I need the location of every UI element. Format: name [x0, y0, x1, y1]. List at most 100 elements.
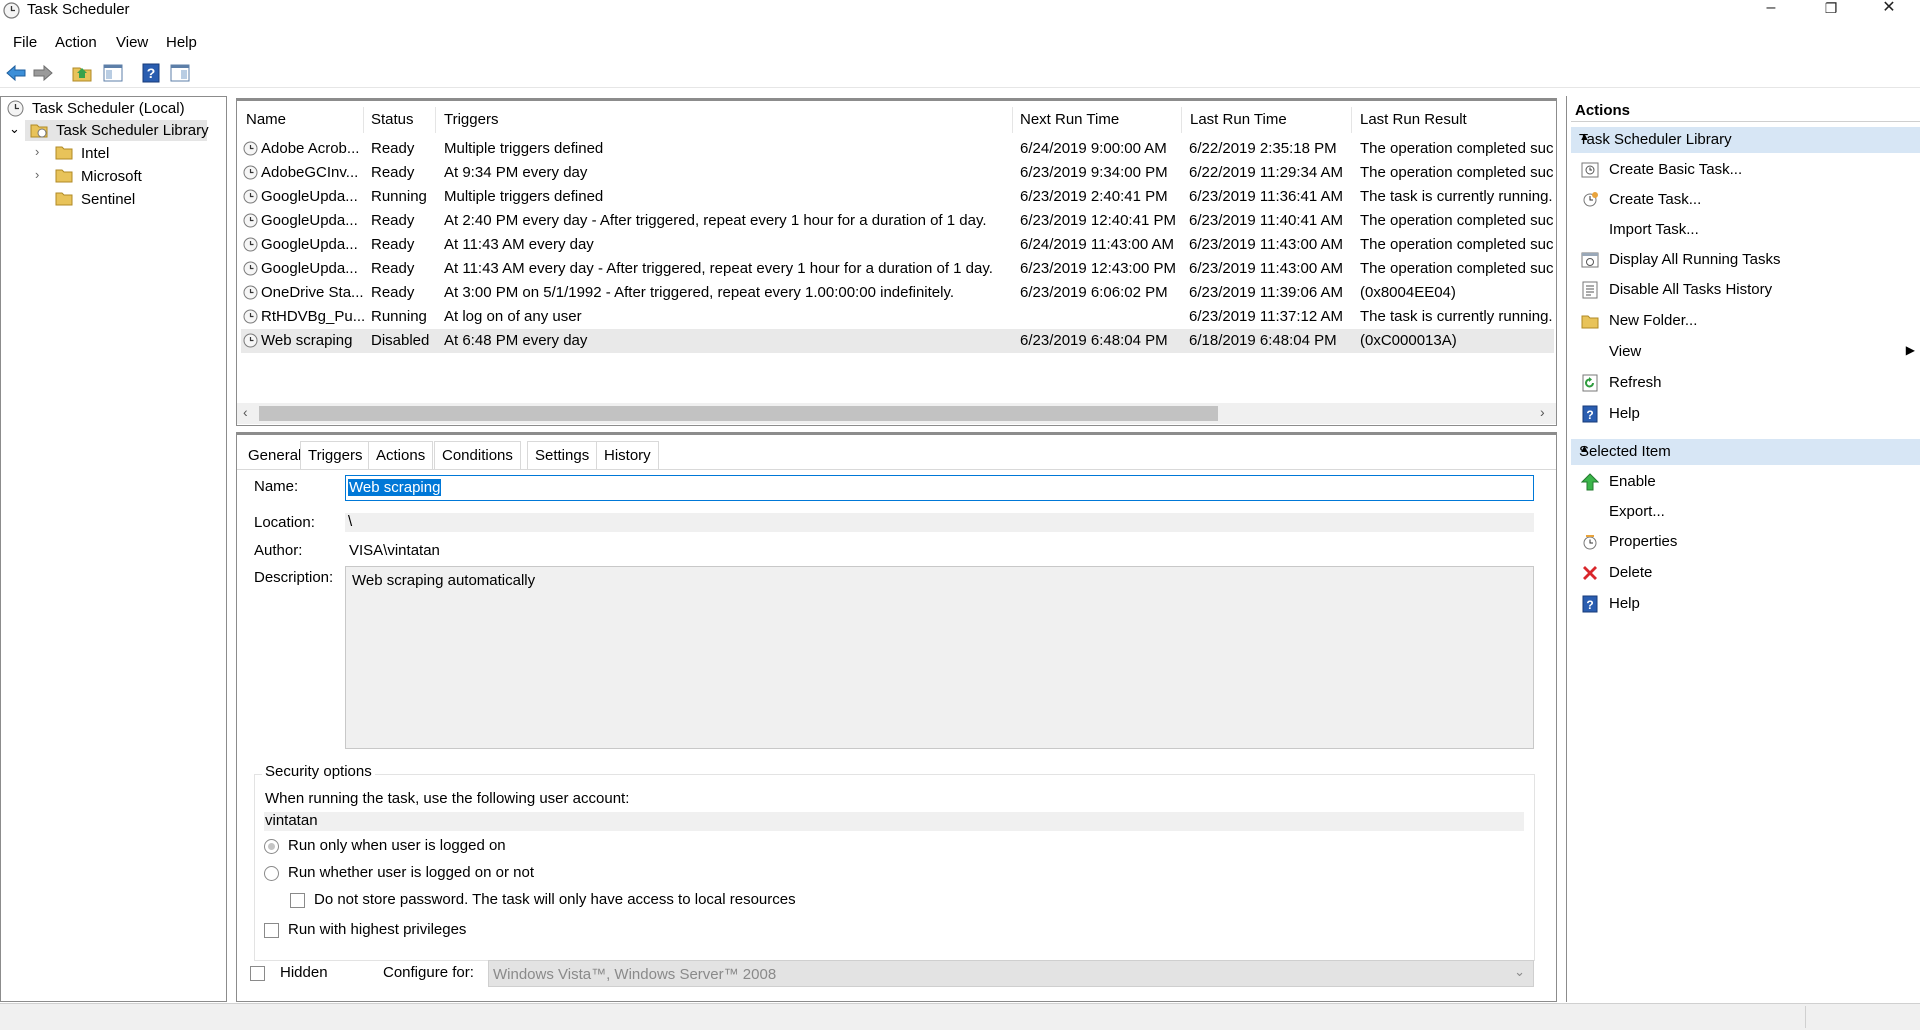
cell-last-run-result: The task is currently running. ( [1360, 188, 1554, 205]
section-header-selected-item[interactable]: Selected Item ▲ [1571, 439, 1920, 465]
table-row[interactable]: GoogleUpda... Ready At 2:40 PM every day -… [241, 209, 1554, 233]
horizontal-scrollbar[interactable]: ‹ › [237, 403, 1556, 424]
run-whether-radio[interactable] [264, 866, 279, 881]
forward-arrow-icon[interactable] [32, 62, 54, 84]
title-bar: Task Scheduler – ❐ ✕ [0, 0, 1920, 22]
cell-triggers: At 6:48 PM every day [444, 332, 588, 349]
section-header-library[interactable]: Task Scheduler Library ▲ [1571, 127, 1920, 153]
chevron-right-icon[interactable]: › [35, 144, 39, 159]
action-create-basic-task[interactable]: Create Basic Task... [1571, 158, 1920, 182]
show-hide-action-pane-icon[interactable] [169, 62, 191, 84]
tab-general[interactable]: General [240, 441, 310, 469]
tab-actions[interactable]: Actions [368, 441, 434, 469]
tab-conditions[interactable]: Conditions [434, 441, 521, 469]
scroll-thumb[interactable] [259, 406, 1218, 421]
svg-text:?: ? [147, 65, 156, 81]
configure-for-dropdown[interactable]: Windows Vista™, Windows Server™ 2008 ⌄ [488, 960, 1534, 987]
task-clock-icon [243, 333, 258, 348]
chevron-right-icon[interactable]: › [35, 167, 39, 182]
run-logged-on-label: Run only when user is logged on [288, 837, 506, 854]
minimize-button[interactable]: – [1748, 0, 1794, 22]
tab-history[interactable]: History [596, 441, 659, 469]
table-row[interactable]: RtHDVBg_Pu... Running At log on of any use… [241, 305, 1554, 329]
action-enable[interactable]: Enable [1571, 470, 1920, 494]
action-delete[interactable]: Delete [1571, 561, 1920, 585]
cell-triggers: Multiple triggers defined [444, 188, 604, 205]
action-export[interactable]: Export... [1571, 500, 1920, 524]
cell-last-run-time: 6/18/2019 6:48:04 PM [1189, 332, 1337, 349]
up-folder-icon[interactable] [71, 62, 93, 84]
tab-triggers[interactable]: Triggers [300, 441, 371, 469]
table-row[interactable]: GoogleUpda... Ready At 11:43 AM every day … [241, 257, 1554, 281]
hidden-checkbox[interactable] [250, 966, 265, 981]
description-field[interactable]: Web scraping automatically [345, 566, 1534, 749]
column-header-status[interactable]: Status [371, 111, 414, 128]
collapse-up-icon[interactable]: ▲ [1579, 131, 1913, 143]
name-field[interactable]: Web scraping [345, 475, 1534, 501]
do-not-store-password-checkbox[interactable] [290, 893, 305, 908]
restore-button[interactable]: ❐ [1808, 0, 1854, 22]
actions-pane: Actions Task Scheduler Library ▲ Create … [1566, 96, 1920, 1002]
action-disable-tasks-history[interactable]: Disable All Tasks History [1571, 278, 1920, 302]
menu-bar: File Action View Help [0, 31, 1920, 55]
chevron-down-icon[interactable]: ⌄ [1514, 964, 1525, 980]
run-logged-on-radio[interactable] [264, 839, 279, 854]
account-prompt: When running the task, use the following… [265, 790, 630, 807]
tree-root-label: Task Scheduler (Local) [32, 100, 185, 117]
action-display-running-tasks[interactable]: Display All Running Tasks [1571, 248, 1920, 272]
column-header-last-run[interactable]: Last Run Time [1190, 111, 1287, 128]
cell-last-run-time: 6/22/2019 2:35:18 PM [1189, 140, 1337, 157]
collapse-up-icon[interactable]: ▲ [1579, 443, 1913, 455]
cell-last-run-time: 6/23/2019 11:43:00 AM [1189, 260, 1344, 277]
show-hide-tree-icon[interactable] [102, 62, 124, 84]
enable-arrow-icon [1581, 473, 1599, 491]
svg-text:?: ? [1586, 408, 1593, 422]
cell-next-run-time: 6/23/2019 6:06:02 PM [1020, 284, 1168, 301]
back-arrow-icon[interactable] [5, 62, 27, 84]
table-row[interactable]: AdobeGCInv... Ready At 9:34 PM every day 6/… [241, 161, 1554, 185]
actions-title: Actions [1575, 102, 1631, 119]
table-row[interactable]: GoogleUpda... Running Multiple triggers de… [241, 185, 1554, 209]
account-field: vintatan [264, 812, 1524, 831]
cell-last-run-time: 6/23/2019 11:43:00 AM [1189, 236, 1344, 253]
table-row[interactable]: OneDrive Sta... Ready At 3:00 PM on 5/1/19… [241, 281, 1554, 305]
action-properties[interactable]: Properties [1571, 530, 1920, 554]
clock-icon [7, 100, 24, 117]
column-header-next-run[interactable]: Next Run Time [1020, 111, 1119, 128]
task-scheduler-clock-icon [3, 2, 20, 19]
cell-triggers: At 2:40 PM every day - After triggered, … [444, 212, 987, 229]
action-create-task[interactable]: Create Task... [1571, 188, 1920, 212]
action-view[interactable]: View ▶ [1571, 340, 1920, 364]
cell-name: Web scraping [261, 332, 353, 349]
create-basic-task-icon [1581, 162, 1599, 178]
column-header-triggers[interactable]: Triggers [444, 111, 498, 128]
location-field: \ [345, 513, 1534, 532]
scroll-right-arrow-icon[interactable]: › [1540, 404, 1545, 420]
table-row[interactable]: Web scraping Disabled At 6:48 PM every day… [241, 329, 1554, 353]
chevron-down-icon[interactable]: ⌄ [9, 121, 20, 137]
scroll-left-arrow-icon[interactable]: ‹ [243, 404, 248, 420]
menu-file[interactable]: File [13, 34, 37, 51]
help-icon[interactable]: ? [140, 62, 162, 84]
action-help-selected[interactable]: ? Help [1571, 592, 1920, 616]
menu-view[interactable]: View [116, 34, 148, 51]
action-help-library[interactable]: ? Help [1571, 402, 1920, 426]
security-options-title: Security options [262, 763, 375, 780]
column-header-name[interactable]: Name [246, 111, 286, 128]
close-button[interactable]: ✕ [1866, 0, 1912, 22]
highest-privileges-checkbox[interactable] [264, 923, 279, 938]
action-import-task[interactable]: Import Task... [1571, 218, 1920, 242]
action-refresh[interactable]: Refresh [1571, 371, 1920, 395]
menu-help[interactable]: Help [166, 34, 197, 51]
hidden-label: Hidden [280, 964, 328, 981]
table-row[interactable]: Adobe Acrob... Ready Multiple triggers def… [241, 137, 1554, 161]
tab-settings[interactable]: Settings [527, 441, 598, 469]
action-new-folder[interactable]: New Folder... [1571, 309, 1920, 333]
navigation-tree: Task Scheduler (Local) ⌄ Task Scheduler … [0, 96, 227, 1002]
cell-next-run-time: 6/24/2019 9:00:00 AM [1020, 140, 1167, 157]
column-header-last-result[interactable]: Last Run Result [1360, 111, 1467, 128]
task-clock-icon [243, 189, 258, 204]
menu-action[interactable]: Action [55, 34, 97, 51]
tree-item-library[interactable]: ⌄ Task Scheduler Library [7, 120, 209, 141]
table-row[interactable]: GoogleUpda... Ready At 11:43 AM every day 6… [241, 233, 1554, 257]
